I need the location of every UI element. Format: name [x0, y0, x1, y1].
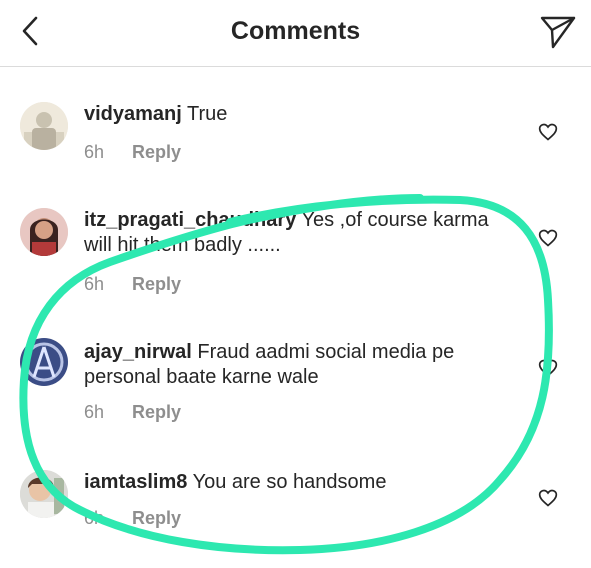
reply-button[interactable]: Reply: [132, 402, 181, 422]
reply-button[interactable]: Reply: [132, 508, 181, 528]
avatar[interactable]: [20, 208, 68, 256]
comment-time: 6h: [84, 142, 105, 162]
page-title: Comments: [230, 17, 361, 45]
comment-text: vidyamanj True: [84, 102, 519, 127]
comment-item: itz_pragati_chaudhary Yes ,of course kar…: [0, 206, 591, 296]
heart-icon[interactable]: [538, 358, 558, 378]
comment-meta: 6h Reply: [84, 274, 181, 295]
comment-text: ajay_nirwal Fraud aadmi social media pe …: [84, 340, 519, 390]
comment-username[interactable]: vidyamanj: [84, 103, 182, 125]
comment-meta: 6h Reply: [84, 142, 181, 163]
comment-body: You are so handsome: [192, 471, 387, 493]
comment-username[interactable]: itz_pragati_chaudhary: [84, 209, 296, 231]
comment-time: 6h: [84, 508, 105, 528]
heart-icon[interactable]: [538, 122, 558, 142]
comment-meta: 6h Reply: [84, 402, 181, 423]
avatar[interactable]: [20, 338, 68, 386]
avatar[interactable]: [20, 470, 68, 518]
send-direct-icon[interactable]: [539, 14, 577, 50]
reply-button[interactable]: Reply: [132, 142, 181, 162]
comment-time: 6h: [84, 274, 105, 294]
avatar[interactable]: [20, 102, 68, 150]
reply-button[interactable]: Reply: [132, 274, 181, 294]
comment-text: iamtaslim8 You are so handsome: [84, 470, 519, 495]
comment-item: vidyamanj True 6h Reply: [0, 98, 591, 168]
heart-icon[interactable]: [538, 488, 558, 508]
comment-meta: 6h Reply: [84, 508, 181, 529]
comment-username[interactable]: ajay_nirwal: [84, 341, 192, 363]
comment-body: True: [187, 103, 228, 125]
comment-item: iamtaslim8 You are so handsome 6h Reply: [0, 468, 591, 538]
heart-icon[interactable]: [538, 228, 558, 248]
header-bar: Comments: [0, 0, 591, 67]
comment-time: 6h: [84, 402, 105, 422]
comment-text: itz_pragati_chaudhary Yes ,of course kar…: [84, 208, 519, 258]
comment-item: ajay_nirwal Fraud aadmi social media pe …: [0, 338, 591, 428]
comment-username[interactable]: iamtaslim8: [84, 471, 187, 493]
